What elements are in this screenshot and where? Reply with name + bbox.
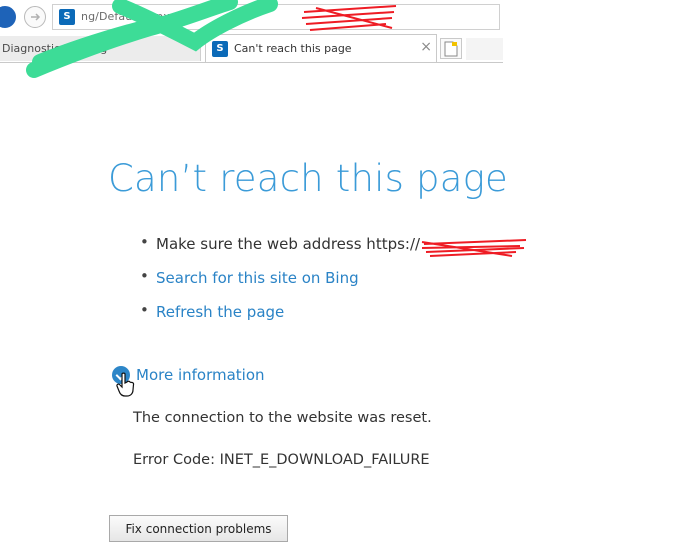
close-tab-icon[interactable]: × [420, 39, 432, 55]
sharepoint-icon: S [59, 9, 75, 25]
error-code: Error Code: INET_E_DOWNLOAD_FAILURE [133, 452, 430, 468]
browser-chrome: S ng/Default.aspx Diagnostic Logging S C… [0, 0, 503, 64]
tab-cant-reach[interactable]: S Can't reach this page × [205, 34, 437, 62]
new-tab-button[interactable] [440, 38, 462, 59]
tab-label: Diagnostic Logging [2, 42, 108, 55]
tab-diagnostic-logging[interactable]: Diagnostic Logging [0, 36, 201, 61]
connection-message: The connection to the website was reset. [133, 410, 432, 426]
forward-button[interactable] [24, 6, 46, 28]
address-url: ng/Default.aspx [81, 10, 170, 23]
new-tab-icon [444, 41, 458, 57]
suggestion-text: Make sure the web address https:// [156, 235, 421, 253]
tab-label: Can't reach this page [234, 42, 352, 55]
sharepoint-icon: S [212, 41, 228, 57]
tab-strip-filler [466, 38, 503, 60]
address-bar[interactable]: S ng/Default.aspx [52, 4, 500, 30]
page-heading: Can’t reach this page [108, 157, 508, 200]
red-redaction-scribble-url [421, 239, 527, 257]
forward-arrow-icon [31, 13, 41, 21]
fix-connection-button[interactable]: Fix connection problems [109, 515, 288, 542]
back-button[interactable] [0, 6, 16, 28]
tab-strip: Diagnostic Logging S Can't reach this pa… [0, 34, 503, 63]
search-bing-link[interactable]: Search for this site on Bing [156, 269, 359, 287]
refresh-page-link[interactable]: Refresh the page [156, 303, 284, 321]
more-information-label[interactable]: More information [136, 366, 265, 384]
hand-cursor-icon [116, 372, 135, 397]
